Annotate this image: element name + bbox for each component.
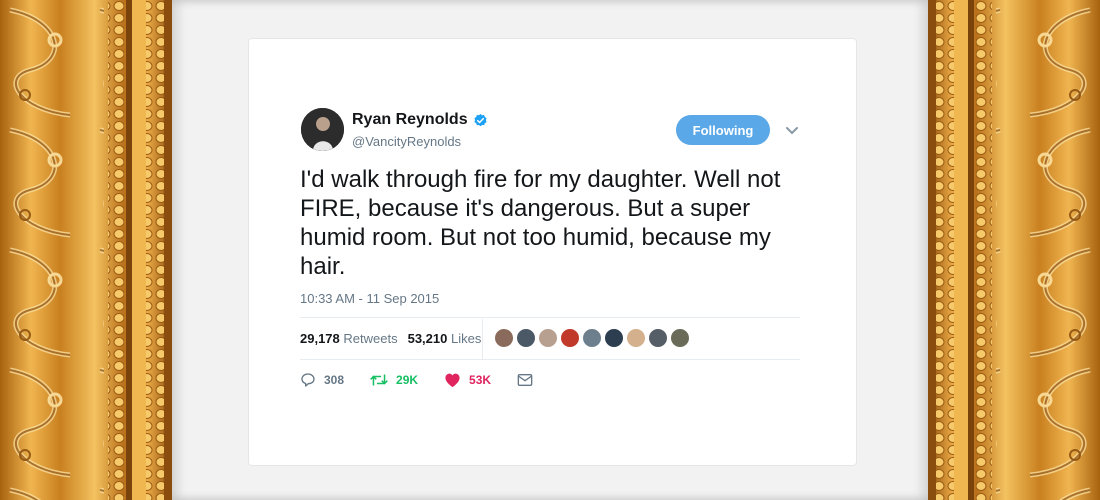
- liker-avatar[interactable]: [582, 328, 602, 348]
- liker-avatar[interactable]: [670, 328, 690, 348]
- tweet-timestamp[interactable]: 10:33 AM - 11 Sep 2015: [300, 291, 439, 306]
- reply-count: 308: [324, 373, 345, 387]
- liker-avatar[interactable]: [626, 328, 646, 348]
- liker-avatar[interactable]: [516, 328, 536, 348]
- likes-count: 53,210: [407, 331, 448, 346]
- author-handle[interactable]: @VancityReynolds: [352, 134, 461, 149]
- verified-badge-icon: [473, 113, 488, 128]
- retweet-short-count: 29K: [396, 373, 419, 387]
- stats-separator: [482, 319, 483, 359]
- author-name-row[interactable]: Ryan Reynolds: [352, 111, 488, 129]
- avatar[interactable]: [301, 108, 344, 151]
- liker-avatars: [494, 328, 690, 348]
- liker-avatar[interactable]: [538, 328, 558, 348]
- tweet-stats: 29,178 Retweets 53,210 Likes: [300, 331, 481, 346]
- following-button[interactable]: Following: [676, 115, 770, 145]
- chevron-down-icon[interactable]: [785, 124, 799, 136]
- like-button[interactable]: 53K: [444, 372, 491, 388]
- divider: [300, 317, 800, 318]
- retweets-count: 29,178: [300, 331, 340, 346]
- like-short-count: 53K: [469, 373, 492, 387]
- author-name[interactable]: Ryan Reynolds: [352, 111, 468, 129]
- picture-frame-right: [928, 0, 1100, 500]
- heart-icon: [444, 372, 461, 388]
- direct-message-icon: [517, 373, 533, 387]
- retweets-label: Retweets: [343, 331, 398, 346]
- reply-icon: [300, 372, 316, 388]
- retweet-button[interactable]: 29K: [370, 372, 418, 388]
- tweet-text: I'd walk through fire for my daughter. W…: [300, 166, 781, 280]
- likes-stat[interactable]: 53,210 Likes: [408, 331, 482, 346]
- liker-avatar[interactable]: [560, 328, 580, 348]
- likes-label: Likes: [450, 331, 482, 346]
- divider: [300, 359, 800, 360]
- liker-avatar[interactable]: [494, 328, 514, 348]
- retweet-icon: [370, 372, 388, 388]
- picture-frame-left: [0, 0, 172, 500]
- liker-avatar[interactable]: [604, 328, 624, 348]
- direct-message-button[interactable]: [517, 373, 533, 387]
- reply-button[interactable]: 308: [300, 372, 344, 388]
- tweet-card: Ryan Reynolds @VancityReynolds Following…: [248, 38, 857, 466]
- retweets-stat[interactable]: 29,178 Retweets: [300, 331, 398, 346]
- tweet-actions: 308 29K 53K: [300, 372, 559, 388]
- liker-avatar[interactable]: [648, 328, 668, 348]
